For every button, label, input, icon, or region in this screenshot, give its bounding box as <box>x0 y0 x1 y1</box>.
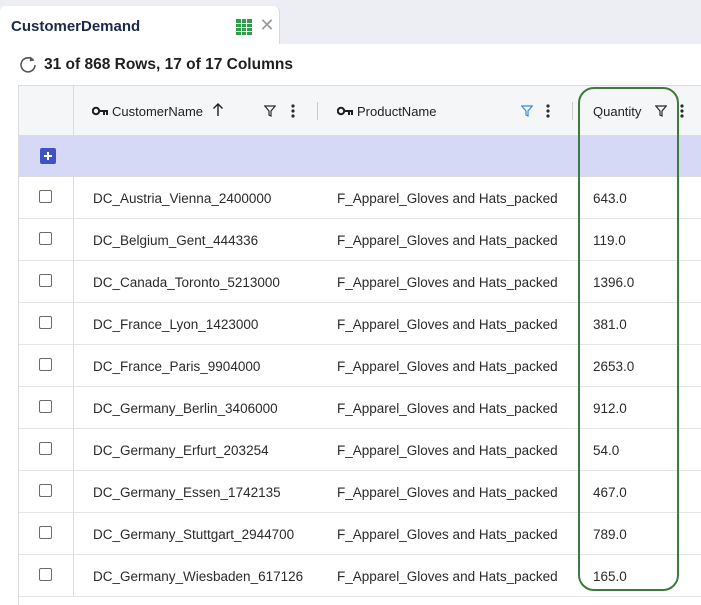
cell-quantity[interactable]: 789.0 <box>593 527 627 542</box>
cell-quantity[interactable]: 1396.0 <box>593 275 634 290</box>
cell-customername[interactable]: DC_Canada_Toronto_5213000 <box>93 275 280 290</box>
cell-productname[interactable]: F_Apparel_Gloves and Hats_packed <box>337 443 558 458</box>
row-select-cell <box>19 219 74 260</box>
tab-bar: CustomerDemand ✕ <box>0 0 701 44</box>
cell-productname[interactable]: F_Apparel_Gloves and Hats_packed <box>337 401 558 416</box>
cell-customername[interactable]: DC_Germany_Essen_1742135 <box>93 485 281 500</box>
select-all-header <box>19 86 74 135</box>
cell-productname[interactable]: F_Apparel_Gloves and Hats_packed <box>337 485 558 500</box>
grid-body: DC_Austria_Vienna_2400000 F_Apparel_Glove… <box>19 177 701 597</box>
row-select-cell <box>19 303 74 344</box>
key-icon <box>337 106 353 116</box>
row-checkbox[interactable] <box>39 316 52 329</box>
table-row[interactable]: DC_France_Lyon_1423000 F_Apparel_Gloves a… <box>19 303 701 345</box>
cell-productname[interactable]: F_Apparel_Gloves and Hats_packed <box>337 191 558 206</box>
cell-quantity[interactable]: 467.0 <box>593 485 627 500</box>
cell-productname[interactable]: F_Apparel_Gloves and Hats_packed <box>337 359 558 374</box>
column-label: Quantity <box>593 104 642 119</box>
row-checkbox[interactable] <box>39 568 52 581</box>
row-checkbox[interactable] <box>39 190 52 203</box>
cell-quantity[interactable]: 119.0 <box>593 233 626 248</box>
table-row[interactable]: DC_Germany_Essen_1742135 F_Apparel_Gloves… <box>19 471 701 513</box>
table-row[interactable]: DC_Belgium_Gent_444336 F_Apparel_Gloves a… <box>19 219 701 261</box>
cell-quantity[interactable]: 643.0 <box>593 191 627 206</box>
cell-customername[interactable]: DC_Germany_Berlin_3406000 <box>93 401 278 416</box>
row-select-cell <box>19 513 74 554</box>
table-row[interactable]: DC_Germany_Berlin_3406000 F_Apparel_Glove… <box>19 387 701 429</box>
cell-customername[interactable]: DC_Germany_Wiesbaden_617126 <box>93 569 303 584</box>
cell-productname[interactable]: F_Apparel_Gloves and Hats_packed <box>337 527 558 542</box>
filter-icon[interactable] <box>264 105 276 117</box>
table-row[interactable]: DC_Canada_Toronto_5213000 F_Apparel_Glove… <box>19 261 701 303</box>
column-divider[interactable] <box>317 102 318 120</box>
column-header-quantity[interactable]: Quantity <box>574 86 701 135</box>
filter-icon[interactable] <box>655 105 667 117</box>
row-checkbox[interactable] <box>39 484 52 497</box>
row-column-count: 31 of 868 Rows, 17 of 17 Columns <box>44 56 293 73</box>
column-menu-icon[interactable] <box>680 104 684 118</box>
cell-quantity[interactable]: 165.0 <box>593 569 627 584</box>
row-checkbox[interactable] <box>39 358 52 371</box>
cell-customername[interactable]: DC_France_Lyon_1423000 <box>93 317 258 332</box>
cell-quantity[interactable]: 381.0 <box>593 317 627 332</box>
row-checkbox[interactable] <box>39 442 52 455</box>
sort-ascending-icon[interactable] <box>212 103 224 117</box>
cell-quantity[interactable]: 912.0 <box>593 401 627 416</box>
add-row-icon[interactable] <box>40 148 56 164</box>
row-select-cell <box>19 177 74 218</box>
cell-productname[interactable]: F_Apparel_Gloves and Hats_packed <box>337 569 558 584</box>
row-select-cell <box>19 387 74 428</box>
column-label: CustomerName <box>112 104 204 119</box>
table-row[interactable]: DC_Germany_Wiesbaden_617126 F_Apparel_Glo… <box>19 555 701 597</box>
row-select-cell <box>19 555 74 596</box>
row-select-cell <box>19 345 74 386</box>
cell-customername[interactable]: DC_Belgium_Gent_444336 <box>93 233 258 248</box>
close-icon[interactable]: ✕ <box>259 16 275 34</box>
add-row-bar <box>19 136 701 177</box>
row-checkbox[interactable] <box>39 400 52 413</box>
column-menu-icon[interactable] <box>546 104 550 118</box>
row-checkbox[interactable] <box>39 232 52 245</box>
table-row[interactable]: DC_Germany_Stuttgart_2944700 F_Apparel_Gl… <box>19 513 701 555</box>
row-checkbox[interactable] <box>39 274 52 287</box>
cell-productname[interactable]: F_Apparel_Gloves and Hats_packed <box>337 317 558 332</box>
key-icon <box>92 106 108 116</box>
cell-productname[interactable]: F_Apparel_Gloves and Hats_packed <box>337 275 558 290</box>
cell-productname[interactable]: F_Apparel_Gloves and Hats_packed <box>337 233 558 248</box>
tab-customer-demand[interactable]: CustomerDemand ✕ <box>0 6 280 44</box>
column-header-row: CustomerName ProductName Quantity <box>19 86 701 136</box>
cell-quantity[interactable]: 2653.0 <box>593 359 634 374</box>
cell-customername[interactable]: DC_Germany_Erfurt_203254 <box>93 443 269 458</box>
cell-quantity[interactable]: 54.0 <box>593 443 619 458</box>
column-menu-icon[interactable] <box>291 104 295 118</box>
cell-customername[interactable]: DC_France_Paris_9904000 <box>93 359 260 374</box>
row-select-cell <box>19 261 74 302</box>
cell-customername[interactable]: DC_Austria_Vienna_2400000 <box>93 191 271 206</box>
data-grid: CustomerName ProductName Quantity DC_Aus… <box>18 85 701 605</box>
grid-icon <box>236 19 252 35</box>
refresh-icon[interactable] <box>18 54 38 74</box>
column-header-productname[interactable]: ProductName <box>319 86 574 135</box>
column-divider[interactable] <box>572 102 573 120</box>
row-checkbox[interactable] <box>39 526 52 539</box>
table-row[interactable]: DC_Austria_Vienna_2400000 F_Apparel_Glove… <box>19 177 701 219</box>
table-row[interactable]: DC_France_Paris_9904000 F_Apparel_Gloves … <box>19 345 701 387</box>
column-header-customername[interactable]: CustomerName <box>74 86 319 135</box>
column-label: ProductName <box>357 104 437 119</box>
table-row[interactable]: DC_Germany_Erfurt_203254 F_Apparel_Gloves… <box>19 429 701 471</box>
row-select-cell <box>19 429 74 470</box>
cell-customername[interactable]: DC_Germany_Stuttgart_2944700 <box>93 527 294 542</box>
filter-icon[interactable] <box>521 105 533 117</box>
row-select-cell <box>19 471 74 512</box>
tab-title: CustomerDemand <box>11 18 141 35</box>
